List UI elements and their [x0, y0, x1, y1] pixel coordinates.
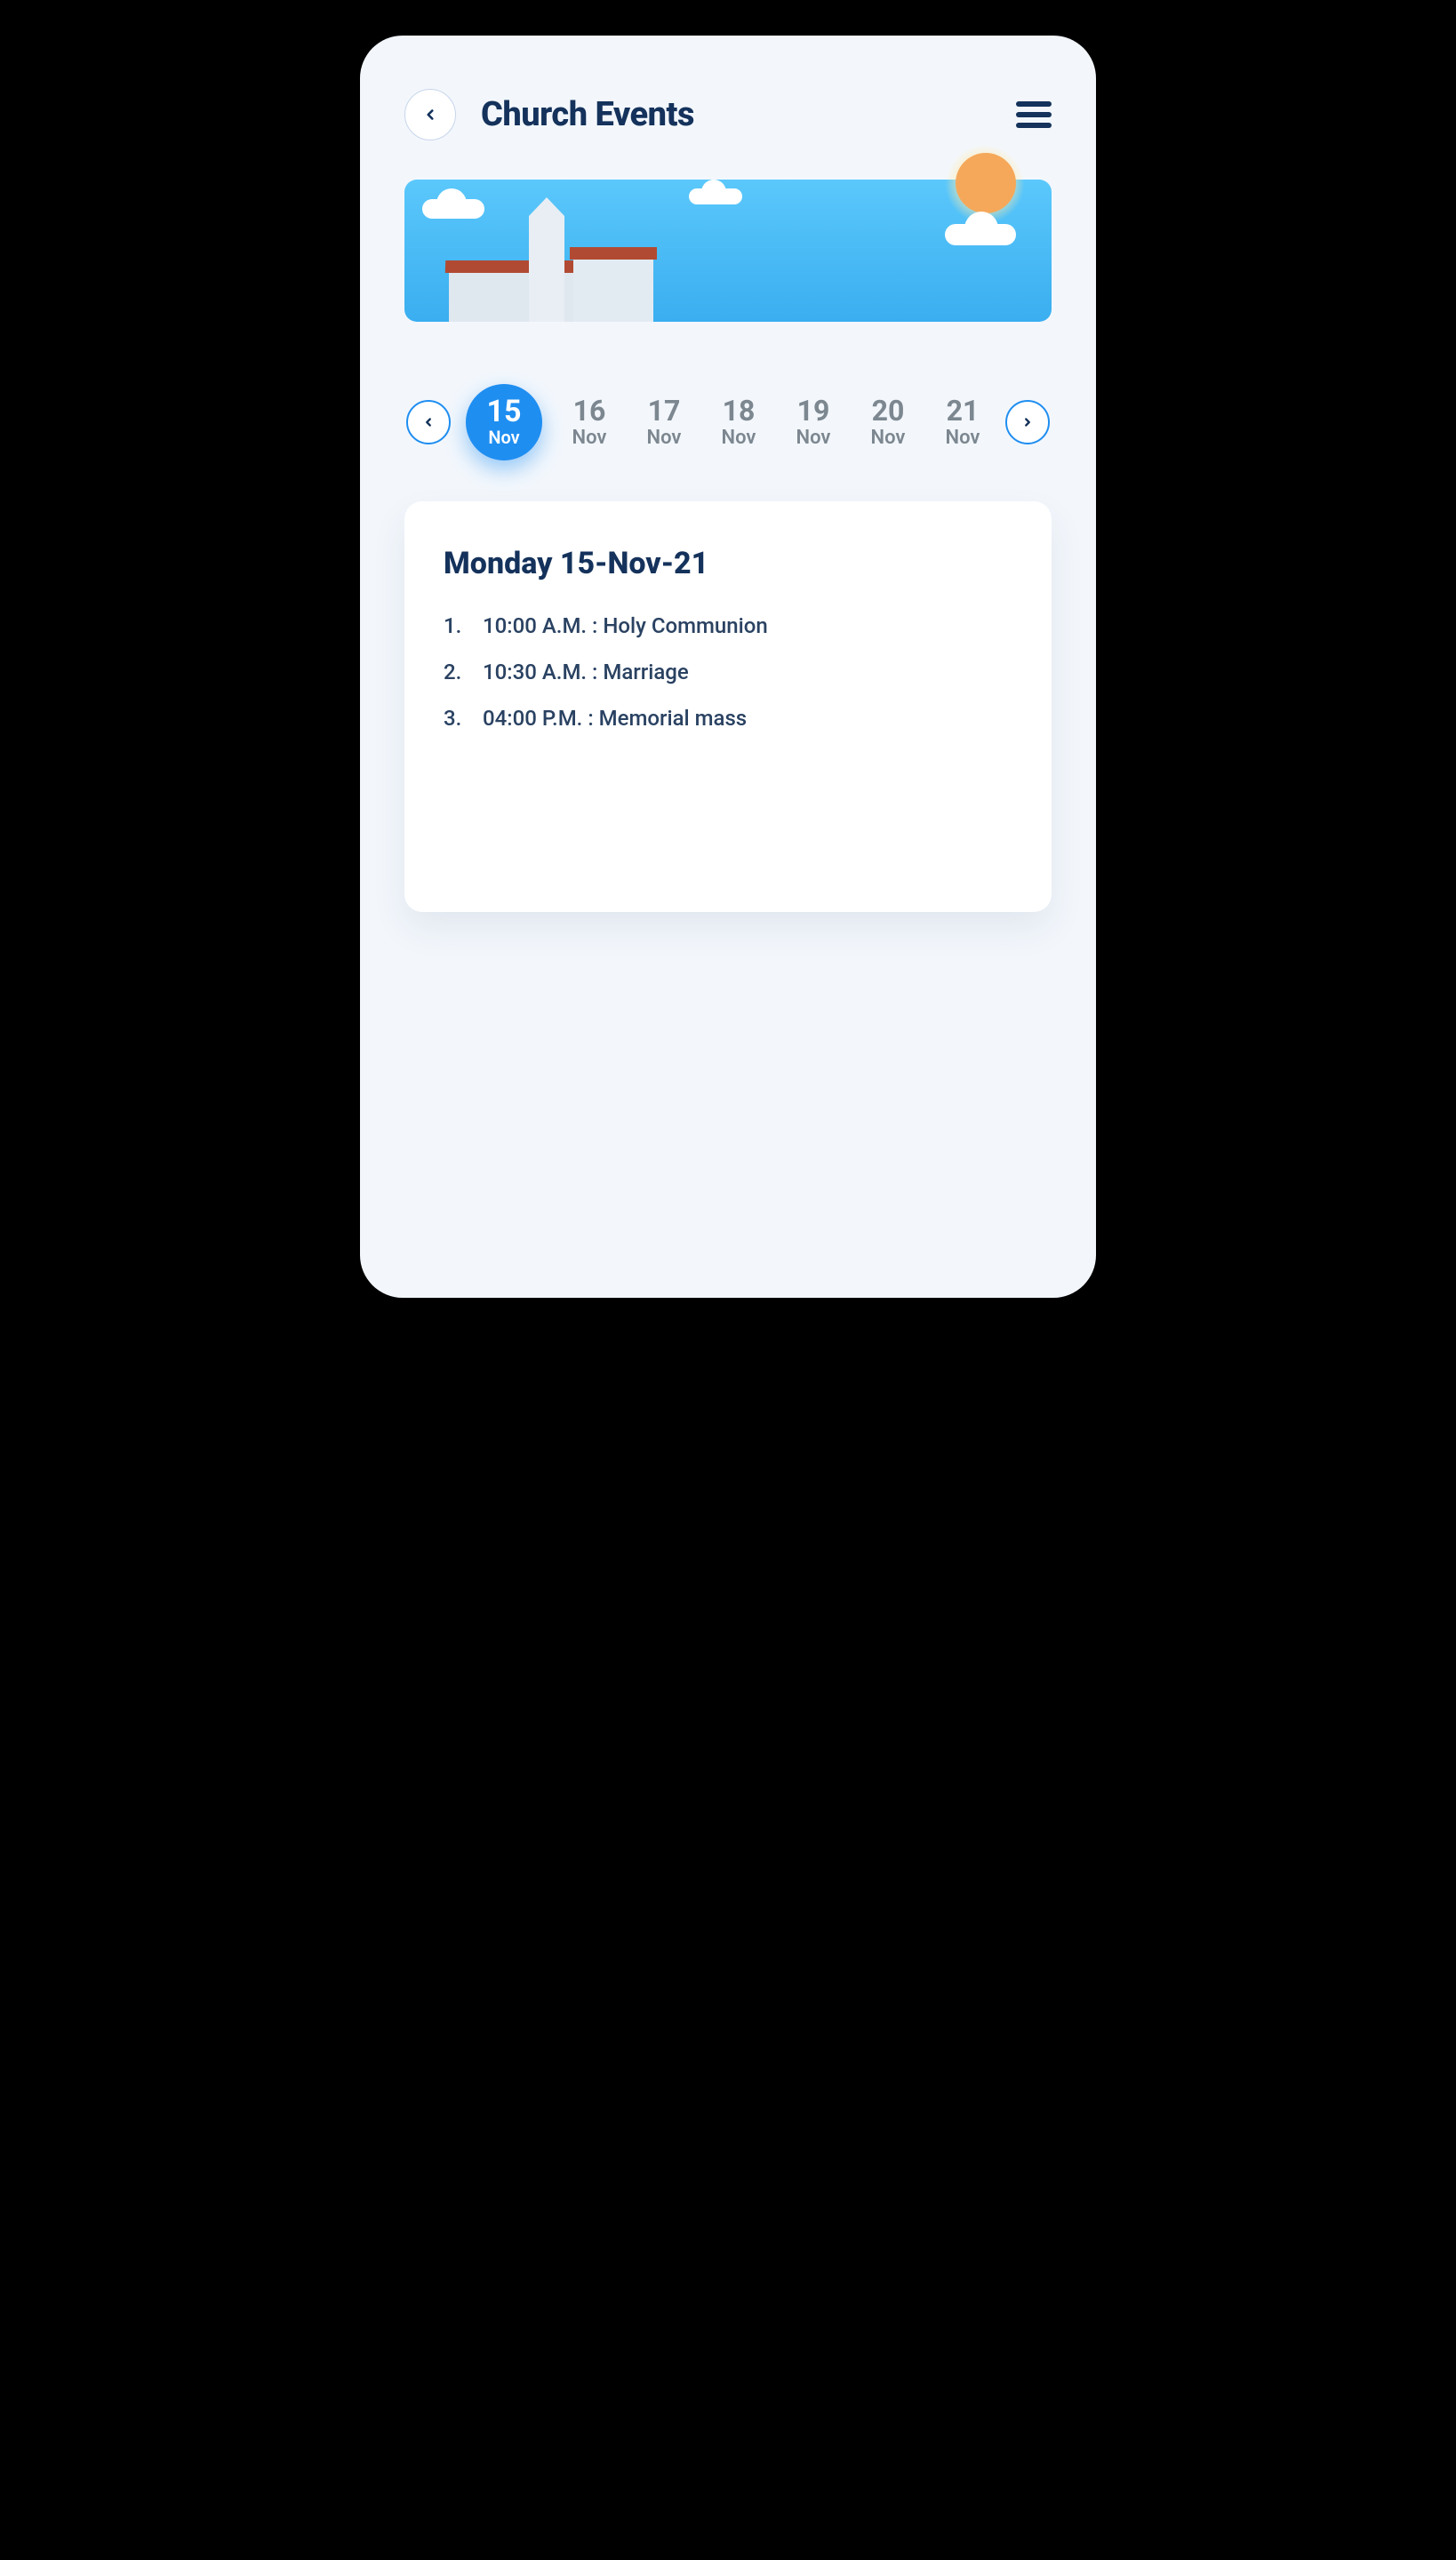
back-button[interactable] — [404, 89, 456, 140]
event-row: 1. 10:00 A.M. : Holy Communion — [444, 613, 1012, 638]
cloud-icon — [689, 188, 742, 204]
prev-dates-button[interactable] — [406, 400, 451, 444]
app-screen: Church Events 15Nov16Nov17Nov18Nov19Nov2… — [360, 36, 1096, 1298]
church-illustration — [449, 197, 644, 322]
date-day: 15 — [486, 396, 521, 427]
event-index: 1. — [444, 613, 467, 638]
cloud-icon — [945, 224, 1016, 245]
date-selector: 15Nov16Nov17Nov18Nov19Nov20Nov21Nov — [404, 384, 1052, 460]
date-day: 21 — [947, 396, 980, 425]
page-title: Church Events — [481, 95, 694, 134]
date-item-15[interactable]: 15Nov — [466, 384, 542, 460]
hamburger-icon — [1016, 101, 1052, 107]
chevron-left-icon — [422, 416, 435, 428]
event-index: 2. — [444, 660, 467, 684]
date-month: Nov — [572, 427, 607, 449]
event-text: 04:00 P.M. : Memorial mass — [483, 706, 747, 731]
event-index: 3. — [444, 706, 467, 731]
date-item-19[interactable]: 19Nov — [786, 396, 841, 449]
date-month: Nov — [946, 427, 980, 449]
date-day: 17 — [648, 396, 681, 425]
date-day: 19 — [797, 396, 830, 425]
event-row: 3. 04:00 P.M. : Memorial mass — [444, 706, 1012, 731]
date-month: Nov — [871, 427, 906, 449]
header-left: Church Events — [404, 89, 694, 140]
date-month: Nov — [488, 427, 519, 448]
date-day: 20 — [872, 396, 905, 425]
event-row: 2. 10:30 A.M. : Marriage — [444, 660, 1012, 684]
chevron-right-icon — [1021, 416, 1034, 428]
date-month: Nov — [647, 427, 682, 449]
header: Church Events — [404, 89, 1052, 140]
menu-button[interactable] — [1016, 101, 1052, 128]
banner-image — [404, 180, 1052, 322]
chevron-left-icon — [422, 107, 438, 123]
date-item-21[interactable]: 21Nov — [935, 396, 990, 449]
date-item-17[interactable]: 17Nov — [636, 396, 692, 449]
date-month: Nov — [722, 427, 756, 449]
events-list: 1. 10:00 A.M. : Holy Communion 2. 10:30 A.M… — [444, 613, 1012, 731]
date-item-16[interactable]: 16Nov — [562, 396, 617, 449]
events-card: Monday 15-Nov-21 1. 10:00 A.M. : Holy Com… — [404, 501, 1052, 912]
date-item-18[interactable]: 18Nov — [711, 396, 766, 449]
event-text: 10:30 A.M. : Marriage — [483, 660, 689, 684]
date-item-20[interactable]: 20Nov — [860, 396, 916, 449]
date-day: 18 — [723, 396, 756, 425]
event-text: 10:00 A.M. : Holy Communion — [483, 613, 768, 638]
events-date-title: Monday 15-Nov-21 — [444, 546, 1012, 581]
next-dates-button[interactable] — [1005, 400, 1050, 444]
date-day: 16 — [573, 396, 606, 425]
dates-list: 15Nov16Nov17Nov18Nov19Nov20Nov21Nov — [451, 384, 1005, 460]
date-month: Nov — [796, 427, 831, 449]
